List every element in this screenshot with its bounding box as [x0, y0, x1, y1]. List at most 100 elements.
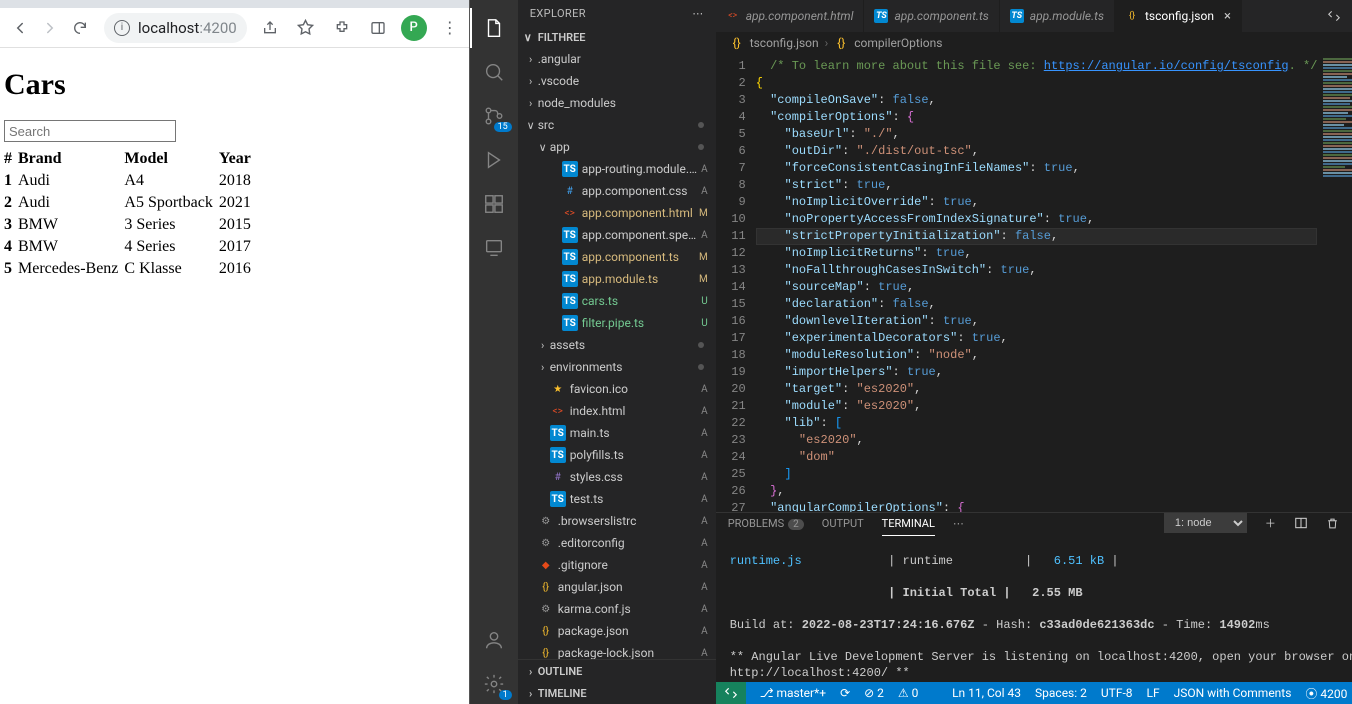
tree-folder[interactable]: ›.vscode	[518, 70, 716, 92]
breadcrumbs[interactable]: {} tsconfig.json › {} compilerOptions	[716, 32, 1352, 54]
code-content[interactable]: /* To learn more about this file see: ht…	[756, 54, 1318, 512]
tree-file[interactable]: {}angular.jsonA	[518, 576, 716, 598]
editor-tab[interactable]: TSapp.module.ts	[1000, 0, 1115, 32]
status-port[interactable]: ⦿ 4200	[1305, 685, 1347, 702]
status-branch[interactable]: ⎇ master*+	[760, 686, 826, 700]
sidepanel-icon[interactable]	[365, 15, 391, 41]
back-button[interactable]	[6, 14, 34, 42]
browser-pane: i localhost:4200 P ⋮	[0, 0, 470, 704]
sidebar: EXPLORER ⋯ ∨ FILTHREE ›.angular›.vscode›…	[518, 0, 716, 704]
tree-folder[interactable]: ›node_modules	[518, 92, 716, 114]
tree-file[interactable]: TSapp.module.tsM	[518, 268, 716, 290]
compare-icon[interactable]	[1327, 9, 1341, 23]
tree-file[interactable]: ★favicon.icoA	[518, 378, 716, 400]
tree-file[interactable]: <>app.component.htmlM	[518, 202, 716, 224]
remote-indicator[interactable]	[716, 682, 746, 704]
sidebar-more-icon[interactable]: ⋯	[692, 7, 703, 20]
editor-tab[interactable]: <>app.component.html	[716, 0, 865, 32]
tree-file[interactable]: TStest.tsA	[518, 488, 716, 510]
status-sync[interactable]: ⟳	[840, 686, 850, 700]
tree-file[interactable]: {}package.jsonA	[518, 620, 716, 642]
reload-button[interactable]	[66, 14, 94, 42]
search-input[interactable]	[4, 120, 176, 142]
col-year: Year	[219, 148, 257, 170]
activity-search[interactable]	[470, 52, 518, 92]
minimap[interactable]	[1317, 54, 1352, 512]
forward-button[interactable]	[36, 14, 64, 42]
line-gutter: 1234567891011121314151617181920212223242…	[716, 54, 756, 512]
tree-file[interactable]: TSapp.component.spec.tsA	[518, 224, 716, 246]
status-encoding[interactable]: UTF-8	[1101, 686, 1133, 700]
status-eol[interactable]: LF	[1147, 686, 1160, 700]
settings-badge: 1	[499, 690, 512, 700]
tree-file[interactable]: ⚙karma.conf.jsA	[518, 598, 716, 620]
outline-section[interactable]: ›OUTLINE	[518, 660, 716, 682]
activity-extensions[interactable]	[470, 184, 518, 224]
editor-area: <>app.component.htmlTSapp.component.tsTS…	[716, 0, 1352, 704]
status-errors[interactable]: ⊘ 2	[864, 686, 884, 700]
kill-terminal-icon[interactable]	[1326, 517, 1339, 530]
bookmark-icon[interactable]	[293, 15, 319, 41]
tree-folder[interactable]: ∨app	[518, 136, 716, 158]
activity-remote[interactable]	[470, 228, 518, 268]
activity-run[interactable]	[470, 140, 518, 180]
page-title: Cars	[4, 68, 465, 102]
tree-file[interactable]: TSapp-routing.module.tsA	[518, 158, 716, 180]
table-row: 3BMW3 Series2015	[4, 214, 257, 236]
activity-account[interactable]	[470, 620, 518, 660]
split-terminal-icon[interactable]	[1294, 516, 1308, 530]
tree-file[interactable]: TScars.tsU	[518, 290, 716, 312]
activity-explorer[interactable]	[470, 8, 518, 48]
cars-table: # Brand Model Year 1AudiA420182AudiA5 Sp…	[4, 148, 257, 280]
tree-file[interactable]: {}package-lock.jsonA	[518, 642, 716, 659]
new-terminal-icon[interactable]: ＋	[1265, 515, 1276, 531]
tree-file[interactable]: ⚙.editorconfigA	[518, 532, 716, 554]
table-row: 5Mercedes-BenzC Klasse2016	[4, 258, 257, 280]
tree-folder[interactable]: ∨src	[518, 114, 716, 136]
output-tab[interactable]: OUTPUT	[822, 517, 864, 530]
editor-tab[interactable]: {}tsconfig.json×	[1115, 0, 1242, 32]
code-editor[interactable]: 1234567891011121314151617181920212223242…	[716, 54, 1352, 512]
breadcrumb-symbol[interactable]: compilerOptions	[854, 36, 942, 50]
tree-file[interactable]: <>index.htmlA	[518, 400, 716, 422]
share-icon[interactable]	[257, 15, 283, 41]
col-idx: #	[4, 148, 18, 170]
terminal-tab[interactable]: TERMINAL	[882, 517, 935, 530]
tree-folder[interactable]: ›environments	[518, 356, 716, 378]
table-row: 1AudiA42018	[4, 170, 257, 192]
tree-file[interactable]: ⚙.browserslistrcA	[518, 510, 716, 532]
status-spaces[interactable]: Spaces: 2	[1035, 686, 1087, 700]
table-header-row: # Brand Model Year	[4, 148, 257, 170]
status-warnings[interactable]: ⚠ 0	[898, 686, 918, 700]
tree-file[interactable]: #styles.cssA	[518, 466, 716, 488]
panel-more-icon[interactable]: ⋯	[953, 517, 964, 530]
col-brand: Brand	[18, 148, 124, 170]
editor-tab[interactable]: TSapp.component.ts	[864, 0, 999, 32]
panel-tabs: PROBLEMS2 OUTPUT TERMINAL ⋯ 1: node ＋ ^ …	[716, 513, 1352, 533]
extensions-icon[interactable]	[329, 15, 355, 41]
profile-avatar[interactable]: P	[401, 15, 427, 41]
problems-tab[interactable]: PROBLEMS2	[728, 517, 804, 530]
timeline-section[interactable]: ›TIMELINE	[518, 682, 716, 704]
tree-file[interactable]: TSpolyfills.tsA	[518, 444, 716, 466]
tree-folder[interactable]: ›.angular	[518, 48, 716, 70]
status-language[interactable]: JSON with Comments	[1174, 686, 1292, 700]
tree-file[interactable]: TSfilter.pipe.tsU	[518, 312, 716, 334]
tree-file[interactable]: ◆.gitignoreA	[518, 554, 716, 576]
scm-badge: 15	[494, 122, 512, 132]
tree-file[interactable]: TSmain.tsA	[518, 422, 716, 444]
breadcrumb-file[interactable]: tsconfig.json	[750, 36, 819, 50]
address-bar[interactable]: i localhost:4200	[104, 13, 247, 43]
tree-file[interactable]: #app.component.cssA	[518, 180, 716, 202]
activity-settings[interactable]: 1	[470, 664, 518, 704]
tree-file[interactable]: TSapp.component.tsM	[518, 246, 716, 268]
status-position[interactable]: Ln 11, Col 43	[952, 686, 1021, 700]
site-info-icon[interactable]: i	[114, 20, 130, 36]
menu-icon[interactable]: ⋮	[437, 15, 463, 41]
terminal-selector[interactable]: 1: node	[1164, 513, 1247, 533]
project-title[interactable]: ∨ FILTHREE	[518, 26, 716, 48]
tree-folder[interactable]: ›assets	[518, 334, 716, 356]
terminal-output[interactable]: runtime.js | runtime | 6.51 kB | | Initi…	[716, 533, 1352, 704]
activity-scm[interactable]: 15	[470, 96, 518, 136]
sidebar-header: EXPLORER ⋯	[518, 0, 716, 26]
